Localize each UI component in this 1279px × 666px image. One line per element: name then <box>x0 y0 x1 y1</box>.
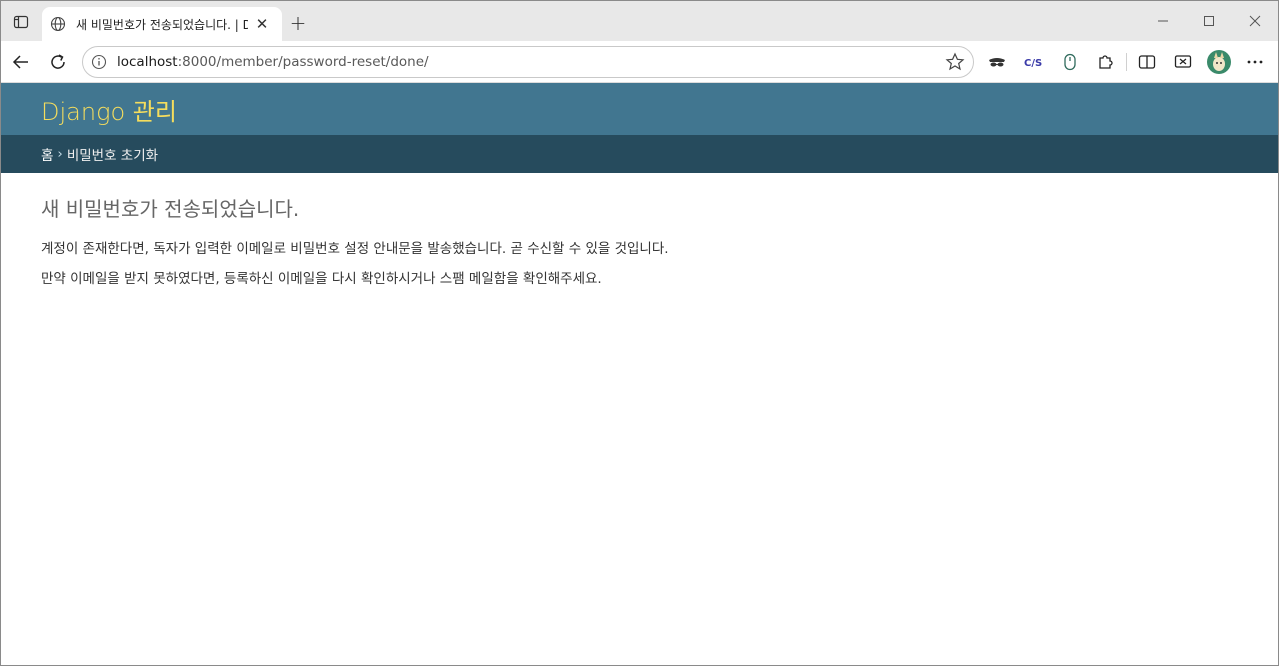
new-tab-button[interactable]: + <box>287 11 309 35</box>
active-tab[interactable]: 새 비밀번호가 전송되었습니다. | Django 사이트 관리 ✕ <box>42 7 282 41</box>
breadcrumb-home-link[interactable]: 홈 <box>41 144 53 164</box>
info-paragraph-2: 만약 이메일을 받지 못하였다면, 등록하신 이메일을 다시 확인하시거나 스팸… <box>41 271 602 287</box>
tab-strip: 새 비밀번호가 전송되었습니다. | Django 사이트 관리 ✕ + <box>1 1 1278 41</box>
svg-text:C/S: C/S <box>1024 58 1042 69</box>
star-icon[interactable] <box>945 52 965 72</box>
window-controls <box>1140 1 1278 41</box>
browser-toolbar: localhost:8000/member/password-reset/don… <box>1 41 1278 83</box>
url-path: :8000/member/password-reset/done/ <box>177 54 429 70</box>
url-text[interactable]: localhost:8000/member/password-reset/don… <box>117 54 429 70</box>
maximize-icon[interactable] <box>1186 1 1232 41</box>
info-paragraph-1: 계정이 존재한다면, 독자가 입력한 이메일로 비밀번호 설정 안내문을 발송했… <box>41 241 669 257</box>
minimize-icon[interactable] <box>1140 1 1186 41</box>
browser-window: 새 비밀번호가 전송되었습니다. | Django 사이트 관리 ✕ + loc… <box>0 0 1279 666</box>
screenshot-icon[interactable] <box>1169 48 1197 76</box>
more-icon[interactable] <box>1241 48 1269 76</box>
cjs-icon[interactable]: C/S <box>1019 48 1047 76</box>
main-content: 새 비밀번호가 전송되었습니다. 계정이 존재한다면, 독자가 입력한 이메일로… <box>1 173 1278 320</box>
split-screen-icon[interactable] <box>1133 48 1161 76</box>
site-name-link[interactable]: Django 관리 <box>41 92 177 127</box>
breadcrumb-current: 비밀번호 초기화 <box>66 148 159 164</box>
tab-actions-icon[interactable] <box>9 10 33 34</box>
page-viewport: Django 관리 홈 › 비밀번호 초기화 새 비밀번호가 전송되었습니다. … <box>1 83 1278 665</box>
url-host: localhost <box>117 54 178 70</box>
breadcrumb-separator: › <box>57 146 63 162</box>
site-header: Django 관리 <box>1 83 1278 135</box>
close-window-icon[interactable] <box>1232 1 1278 41</box>
mouse-icon[interactable] <box>1056 48 1084 76</box>
reload-icon[interactable] <box>44 48 72 76</box>
page-title: 새 비밀번호가 전송되었습니다. <box>41 197 300 221</box>
address-bar[interactable]: localhost:8000/member/password-reset/don… <box>82 46 974 78</box>
close-icon[interactable]: ✕ <box>254 15 270 33</box>
breadcrumb: 홈 › 비밀번호 초기화 <box>1 135 1278 173</box>
tab-title: 새 비밀번호가 전송되었습니다. | Django 사이트 관리 <box>76 17 248 32</box>
puzzle-icon[interactable] <box>1092 48 1120 76</box>
incognito-mask-icon[interactable] <box>983 48 1011 76</box>
globe-icon <box>50 16 66 32</box>
profile-avatar[interactable] <box>1205 48 1233 76</box>
info-icon[interactable] <box>91 54 107 70</box>
back-arrow-icon[interactable] <box>7 48 35 76</box>
toolbar-divider <box>1126 53 1127 71</box>
